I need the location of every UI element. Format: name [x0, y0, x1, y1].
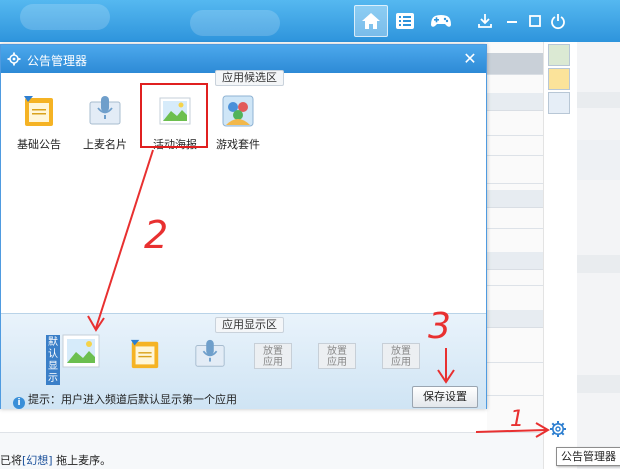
event-poster-icon: [159, 97, 191, 125]
notice-manager-gear-icon[interactable]: [549, 420, 567, 438]
power-icon[interactable]: [549, 12, 567, 30]
slot-text: 应用: [263, 357, 283, 368]
background-row: [487, 93, 543, 111]
app-label: 活动海报: [153, 138, 197, 151]
minimize-icon[interactable]: [503, 12, 521, 30]
mic-card-icon: [89, 96, 121, 125]
app-label: 基础公告: [17, 138, 61, 151]
dialog-title: 公告管理器: [27, 54, 88, 68]
background-row: [487, 190, 543, 208]
slot-text: 放置: [327, 346, 347, 357]
basic-notice-icon[interactable]: [128, 337, 162, 371]
divider: [487, 183, 543, 184]
background-row: [487, 310, 543, 328]
game-kit-icon: [222, 95, 254, 127]
side-band: [577, 92, 620, 108]
top-bar: [0, 0, 620, 42]
mic-app-thumb[interactable]: [548, 92, 570, 114]
divider: [487, 135, 543, 136]
save-settings-button[interactable]: 保存设置: [412, 386, 478, 408]
tip-text: i 提示：用户进入频道后默认显示第一个应用: [13, 391, 237, 409]
info-icon: i: [13, 397, 25, 409]
game-tab[interactable]: [424, 5, 458, 37]
gamepad-icon: [431, 15, 451, 27]
candidate-app-game-kit[interactable]: 游戏套件: [208, 93, 268, 152]
display-section-label: 应用显示区: [215, 317, 284, 333]
download-icon[interactable]: [476, 12, 494, 30]
maximize-icon[interactable]: [526, 12, 544, 30]
list-tab[interactable]: [388, 5, 422, 37]
empty-slot[interactable]: 放置 应用: [254, 343, 292, 369]
empty-slot[interactable]: 放置 应用: [382, 343, 420, 369]
chat-prefix: 已将: [0, 454, 22, 467]
slot-text: 应用: [391, 357, 411, 368]
divider: [487, 285, 543, 286]
list-icon: [396, 13, 414, 29]
background-row: [487, 252, 543, 270]
divider: [487, 228, 543, 229]
cloud-decoration: [190, 10, 280, 36]
event-poster-icon[interactable]: [61, 333, 101, 369]
empty-slot[interactable]: 放置 应用: [318, 343, 356, 369]
app-label: 上麦名片: [83, 138, 127, 151]
home-tab[interactable]: [354, 5, 388, 37]
candidate-app-mic-card[interactable]: 上麦名片: [75, 93, 135, 152]
side-band: [577, 255, 620, 273]
default-badge: 默认显示: [46, 335, 60, 385]
divider: [487, 362, 543, 363]
tip-label: 提示：用户进入频道后默认显示第一个应用: [28, 393, 237, 406]
cloud-decoration: [20, 4, 110, 30]
divider: [487, 395, 543, 396]
slot-text: 放置: [263, 346, 283, 357]
gear-icon: [7, 52, 21, 66]
basic-notice-icon: [24, 96, 53, 126]
candidate-app-basic-notice[interactable]: 基础公告: [9, 93, 69, 152]
background-row: [487, 53, 543, 75]
chat-message: 已将[幻想] 拖上麦序。: [0, 452, 112, 467]
candidate-app-event-poster[interactable]: 活动海报: [145, 93, 205, 152]
poster-app-thumb[interactable]: [548, 44, 570, 66]
chat-user[interactable]: [幻想]: [22, 454, 53, 467]
dialog-header: 公告管理器 ✕: [1, 45, 486, 73]
slot-text: 放置: [391, 346, 411, 357]
candidate-section-label: 应用候选区: [215, 70, 284, 86]
divider: [487, 155, 543, 156]
mic-card-icon[interactable]: [193, 337, 227, 371]
tooltip: 公告管理器: [556, 447, 620, 466]
side-band: [577, 375, 620, 393]
slot-text: 应用: [327, 357, 347, 368]
home-icon: [362, 13, 380, 29]
close-icon[interactable]: ✕: [460, 49, 480, 69]
side-band: [577, 140, 620, 180]
chat-suffix: 拖上麦序。: [52, 454, 112, 467]
notice-app-thumb[interactable]: [548, 68, 570, 90]
app-label: 游戏套件: [216, 138, 260, 151]
notice-manager-dialog: 公告管理器 ✕ 应用候选区 基础公告 上麦名片 活动海报 游戏套件 应用显示区 …: [0, 44, 487, 409]
